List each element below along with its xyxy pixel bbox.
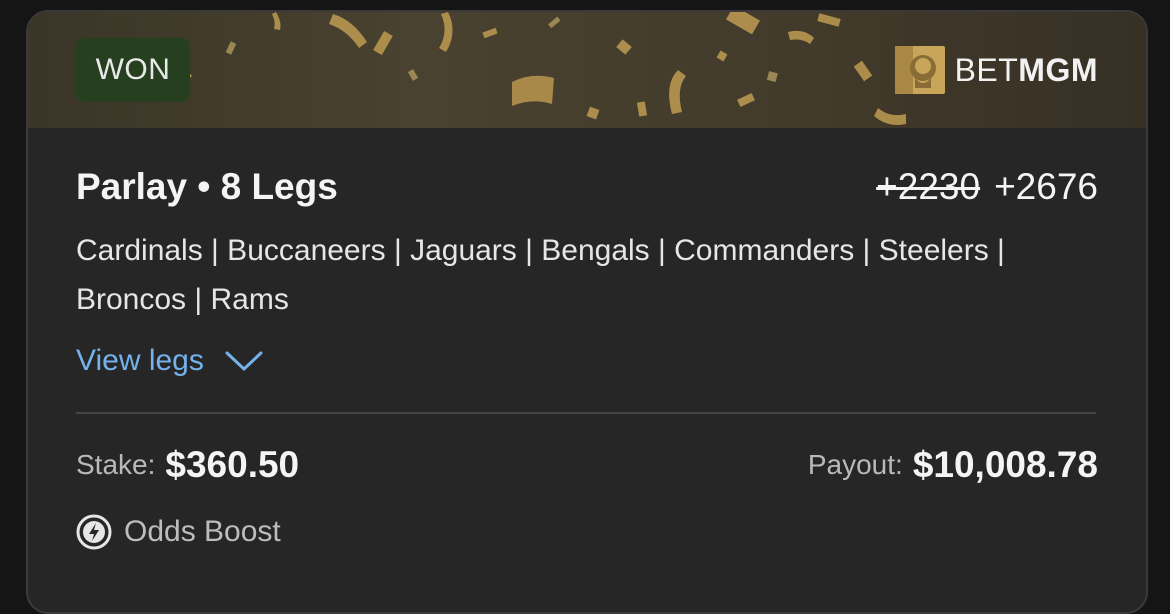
odds-boost-label: Odds Boost (124, 515, 281, 548)
chevron-down-icon (225, 351, 263, 371)
brand-wordmark: BETMGM (955, 52, 1098, 89)
stake-value: $360.50 (165, 444, 300, 485)
bet-card: WON BETMGM Parlay • 8 Legs +2230 +2676 Ca… (26, 10, 1148, 614)
divider (76, 412, 1096, 414)
boosted-odds: +2676 (994, 166, 1098, 207)
original-odds: +2230 (876, 166, 981, 207)
won-banner: WON BETMGM (28, 12, 1146, 128)
odds-display: +2230 +2676 (876, 166, 1098, 208)
brand-name: MGM (1018, 51, 1098, 88)
brand-prefix: BET (954, 51, 1019, 88)
lion-crest-icon (894, 46, 945, 94)
stake-label: Stake: (76, 449, 156, 480)
view-legs-button[interactable]: View legs (76, 344, 264, 378)
stake-info: Stake: $360.50 (76, 444, 299, 486)
bet-title: Parlay • 8 Legs (76, 166, 338, 207)
legs-summary: Cardinals | Buccaneers | Jaguars | Benga… (76, 234, 1005, 316)
won-status-badge: WON (76, 38, 190, 102)
odds-boost-indicator: Odds Boost (76, 514, 281, 550)
payout-value: $10,008.78 (912, 444, 1098, 485)
view-legs-label: View legs (76, 344, 204, 377)
lightning-bolt-icon (76, 514, 112, 550)
brand-logo: BETMGM (894, 44, 1098, 96)
payout-label: Payout: (807, 449, 903, 480)
payout-info: Payout: $10,008.78 (808, 444, 1098, 486)
